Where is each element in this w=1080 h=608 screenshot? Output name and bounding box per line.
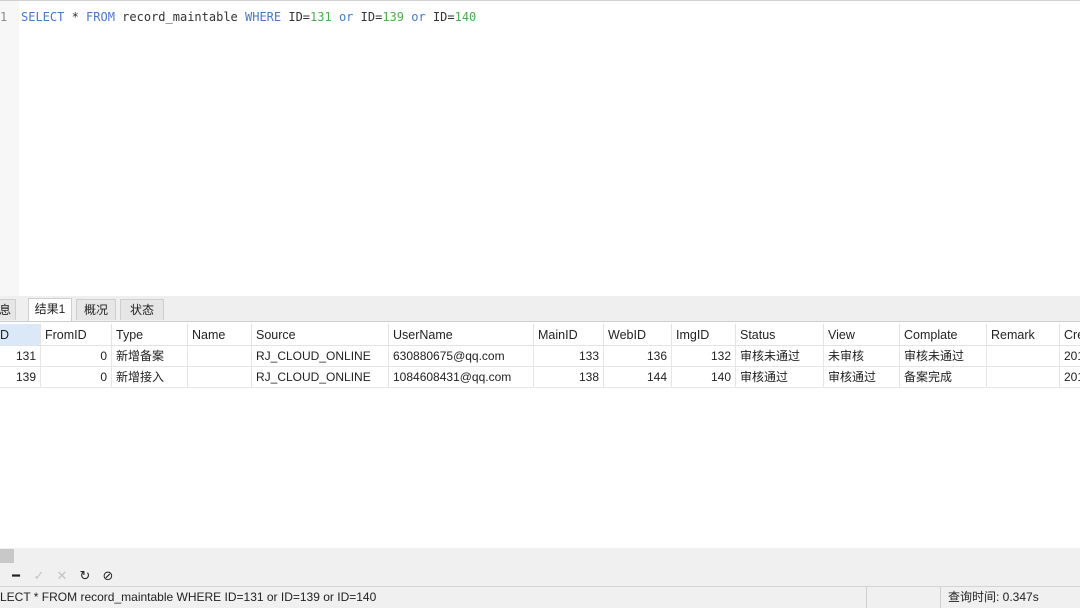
refresh-icon[interactable]: ↻	[77, 568, 93, 584]
status-divider	[940, 587, 941, 608]
column-header-type[interactable]: Type	[112, 324, 188, 346]
column-header-complate[interactable]: Complate	[900, 324, 987, 346]
sql-editor[interactable]: 1 SELECT * FROM record_maintable WHERE I…	[0, 0, 1080, 296]
sql-token: FROM	[86, 10, 115, 24]
column-header-imgid[interactable]: ImgID	[672, 324, 736, 346]
cell-type[interactable]: 新增备案	[112, 346, 188, 367]
cell-id[interactable]: 131	[0, 346, 41, 367]
query-time: 查询时间: 0.347s	[948, 590, 1039, 604]
scrollbar-thumb[interactable]	[0, 549, 14, 563]
sql-token: 140	[454, 10, 477, 24]
sql-token: or	[411, 10, 426, 24]
cell-complate[interactable]: 审核未通过	[900, 346, 987, 367]
stop-icon[interactable]: ⊘	[100, 568, 116, 584]
sql-code-line[interactable]: SELECT * FROM record_maintable WHERE ID=…	[21, 10, 476, 24]
column-header-source[interactable]: Source	[252, 324, 389, 346]
status-sql-text: LECT * FROM record_maintable WHERE ID=13…	[0, 587, 867, 608]
cell-id[interactable]: 139	[0, 367, 41, 388]
cell-created[interactable]: 201	[1060, 346, 1080, 367]
delete-record-icon[interactable]: ━	[8, 568, 24, 584]
column-header-username[interactable]: UserName	[389, 324, 534, 346]
cell-mainid[interactable]: 133	[534, 346, 604, 367]
status-bar: LECT * FROM record_maintable WHERE ID=13…	[0, 586, 1080, 608]
cell-complate[interactable]: 备案完成	[900, 367, 987, 388]
column-header-webid[interactable]: WebID	[604, 324, 672, 346]
cell-username[interactable]: 1084608431@qq.com	[389, 367, 534, 388]
line-number: 1	[0, 10, 8, 24]
sql-token: WHERE	[245, 10, 282, 24]
sql-token: 139	[382, 10, 404, 24]
cell-view[interactable]: 审核通过	[824, 367, 900, 388]
cell-name[interactable]	[188, 346, 252, 367]
column-header-fromid[interactable]: FromID	[41, 324, 112, 346]
tab-status[interactable]: 状态	[120, 299, 164, 320]
grid-toolbar: ━ ✓ ✕ ↻ ⊘	[0, 566, 1080, 586]
cell-view[interactable]: 未审核	[824, 346, 900, 367]
cell-source[interactable]: RJ_CLOUD_ONLINE	[252, 346, 389, 367]
result-tab-bar: 息 结果1 概况 状态	[0, 296, 1080, 322]
cell-remark[interactable]	[987, 346, 1060, 367]
cell-source[interactable]: RJ_CLOUD_ONLINE	[252, 367, 389, 388]
cell-fromid[interactable]: 0	[41, 346, 112, 367]
cell-type[interactable]: 新增接入	[112, 367, 188, 388]
result-grid[interactable]: D FromID Type Name Source UserName MainID WebID…	[0, 324, 1080, 548]
tab-result-1[interactable]: 结果1	[28, 298, 72, 321]
sql-token: SELECT	[21, 10, 65, 24]
discard-x-icon[interactable]: ✕	[54, 568, 70, 584]
column-header-remark[interactable]: Remark	[987, 324, 1060, 346]
sql-token: or	[338, 10, 354, 24]
cell-mainid[interactable]: 138	[534, 367, 604, 388]
tab-message[interactable]: 息	[0, 299, 16, 320]
column-header-created[interactable]: Cre	[1060, 324, 1080, 346]
column-header-id[interactable]: D	[0, 324, 41, 346]
sql-token: record_maintable	[114, 10, 245, 24]
cell-status[interactable]: 审核未通过	[736, 346, 824, 367]
cell-webid[interactable]: 136	[604, 346, 672, 367]
cell-remark[interactable]	[987, 367, 1060, 388]
tab-profile[interactable]: 概况	[76, 299, 116, 320]
column-header-view[interactable]: View	[824, 324, 900, 346]
cell-status[interactable]: 审核通过	[736, 367, 824, 388]
cell-username[interactable]: 630880675@qq.com	[389, 346, 534, 367]
column-header-name[interactable]: Name	[188, 324, 252, 346]
cell-name[interactable]	[188, 367, 252, 388]
sql-token: *	[64, 10, 87, 24]
sql-token: ID=	[353, 10, 383, 24]
cell-fromid[interactable]: 0	[41, 367, 112, 388]
sql-token: ID=	[425, 10, 455, 24]
column-header-status[interactable]: Status	[736, 324, 824, 346]
cell-created[interactable]: 201	[1060, 367, 1080, 388]
sql-token: 131	[310, 10, 332, 24]
horizontal-scrollbar[interactable]	[0, 548, 1080, 566]
cell-webid[interactable]: 144	[604, 367, 672, 388]
apply-check-icon[interactable]: ✓	[31, 568, 47, 584]
cell-imgid[interactable]: 132	[672, 346, 736, 367]
sql-token: ID=	[281, 10, 311, 24]
column-header-mainid[interactable]: MainID	[534, 324, 604, 346]
line-number-gutter: 1	[0, 1, 19, 296]
cell-imgid[interactable]: 140	[672, 367, 736, 388]
